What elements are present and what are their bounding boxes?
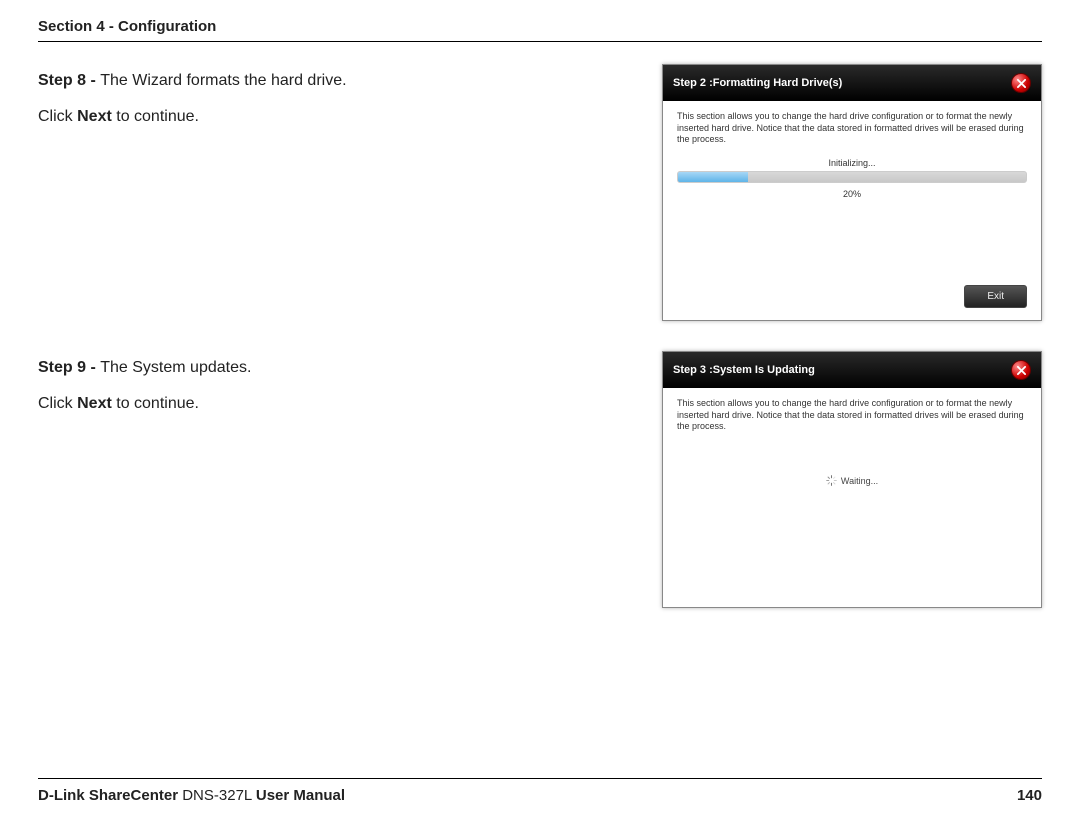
update-dialog: Step 3 :System Is Updating This section …	[662, 351, 1042, 608]
format-dialog-title: Step 2 :Formatting Hard Drive(s)	[673, 77, 842, 89]
footer-manual: User Manual	[256, 787, 345, 804]
step9-hint-post: to continue.	[112, 395, 199, 412]
update-dialog-header: Step 3 :System Is Updating	[663, 352, 1041, 388]
progress-fill	[678, 172, 748, 182]
step9-label: Step 9 -	[38, 359, 100, 376]
footer-brand: D-Link ShareCenter	[38, 787, 178, 804]
step8-hint-post: to continue.	[112, 108, 199, 125]
waiting-label: Waiting...	[841, 476, 878, 486]
footer-model: DNS-327L	[178, 787, 256, 804]
format-dialog: Step 2 :Formatting Hard Drive(s) This se…	[662, 64, 1042, 321]
step9-hint-pre: Click	[38, 395, 77, 412]
page-footer: D-Link ShareCenter DNS-327L User Manual …	[38, 778, 1042, 804]
initializing-label: Initializing...	[677, 158, 1027, 168]
progress-percent: 20%	[677, 189, 1027, 199]
step8-text: Step 8 - The Wizard formats the hard dri…	[38, 64, 644, 139]
step9-hint-bold: Next	[77, 395, 112, 412]
step8-label: Step 8 -	[38, 72, 100, 89]
update-dialog-title: Step 3 :System Is Updating	[673, 364, 815, 376]
waiting-row: Waiting...	[677, 475, 1027, 488]
close-icon[interactable]	[1011, 360, 1031, 380]
section-header: Section 4 - Configuration	[38, 18, 1042, 42]
step9-desc: The System updates.	[100, 359, 251, 376]
step8-hint-bold: Next	[77, 108, 112, 125]
update-dialog-desc: This section allows you to change the ha…	[677, 398, 1027, 433]
spinner-icon	[826, 475, 837, 488]
step9-text: Step 9 - The System updates. Click Next …	[38, 351, 644, 426]
page-number: 140	[1017, 787, 1042, 804]
progress-bar	[677, 171, 1027, 183]
format-dialog-header: Step 2 :Formatting Hard Drive(s)	[663, 65, 1041, 101]
step8-hint-pre: Click	[38, 108, 77, 125]
exit-button[interactable]: Exit	[964, 285, 1027, 308]
close-icon[interactable]	[1011, 73, 1031, 93]
format-dialog-desc: This section allows you to change the ha…	[677, 111, 1027, 146]
step8-desc: The Wizard formats the hard drive.	[100, 72, 346, 89]
